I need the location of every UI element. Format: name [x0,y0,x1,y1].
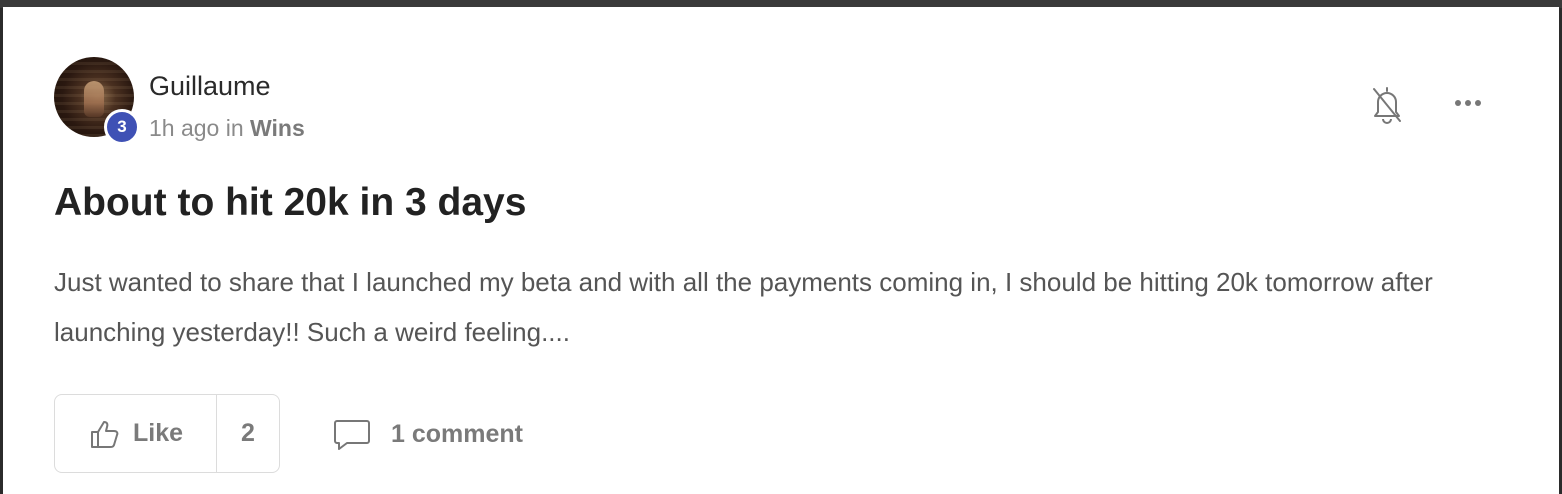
post-meta: 1h ago in Wins [149,115,305,142]
avatar-figure [84,81,104,117]
like-button[interactable]: Like [55,395,217,472]
comment-icon [334,420,370,450]
thumbs-up-icon [91,420,119,448]
author-name[interactable]: Guillaume [149,71,271,102]
post-category-link[interactable]: Wins [250,115,305,141]
bell-off-icon[interactable] [1370,83,1404,125]
post-title[interactable]: About to hit 20k in 3 days [54,181,526,225]
author-avatar-wrapper[interactable]: 3 [54,57,140,145]
comment-label: 1 comment [391,419,523,448]
more-horizontal-icon[interactable] [1448,91,1488,115]
like-label: Like [133,419,184,447]
like-group: Like 2 [54,394,280,473]
like-count[interactable]: 2 [217,395,279,472]
level-badge: 3 [104,109,140,145]
more-dot [1455,100,1461,106]
post-time: 1h ago in [149,115,244,141]
comment-button[interactable]: 1 comment [333,417,523,451]
post-body: Just wanted to share that I launched my … [54,267,1433,347]
post-card: 3 Guillaume 1h ago in Wins About to hit … [3,7,1559,494]
more-dot [1475,100,1481,106]
more-dot [1465,100,1471,106]
